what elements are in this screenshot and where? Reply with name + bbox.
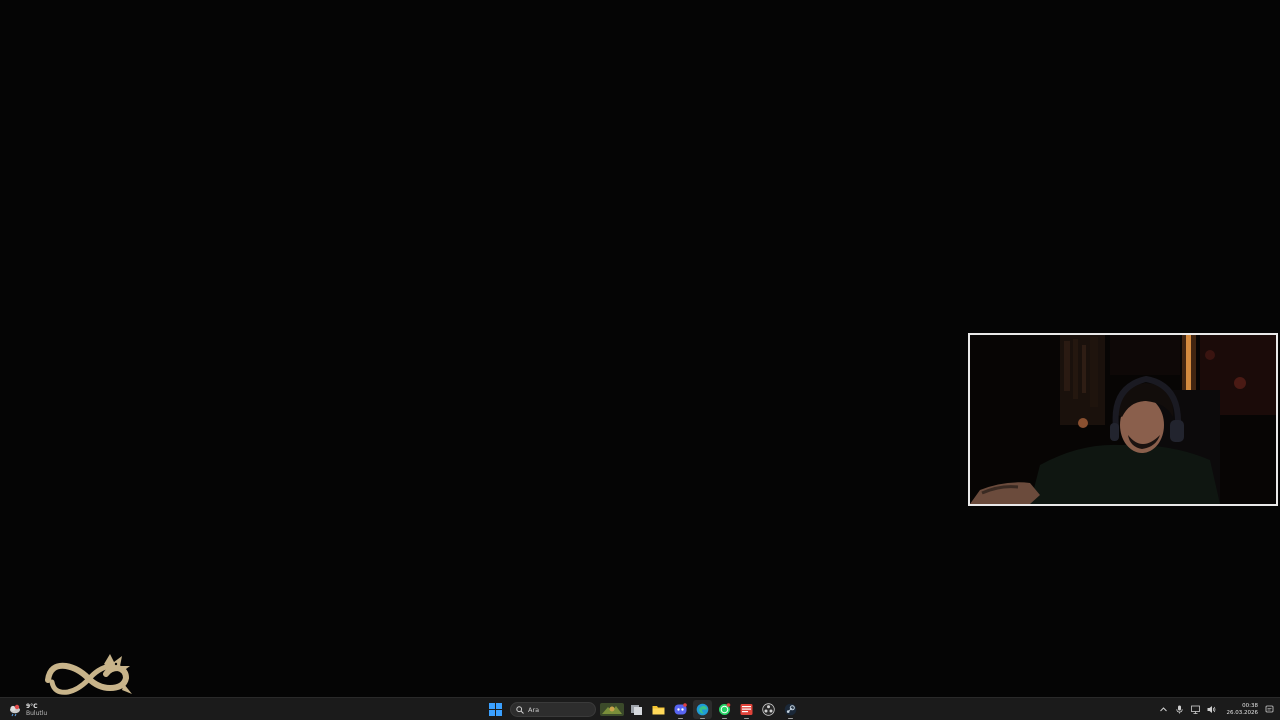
edge-icon (696, 703, 709, 716)
game-thumbnail-icon (600, 703, 624, 716)
dragon-logo (44, 650, 134, 698)
whatsapp-icon (719, 703, 731, 715)
tray-microphone[interactable] (1175, 705, 1185, 715)
steam-button[interactable] (781, 700, 800, 719)
red-app-button[interactable] (737, 700, 756, 719)
steam-icon (784, 703, 797, 716)
weather-widget[interactable]: 9°C Bulutlu (8, 700, 47, 719)
obs-button[interactable] (759, 700, 778, 719)
system-tray: 00:38 26.03.2026 (1159, 700, 1275, 719)
tray-network[interactable] (1191, 705, 1201, 715)
webcam-feed-image (970, 335, 1276, 504)
chevron-up-icon (1160, 707, 1167, 712)
windows-logo-icon (489, 703, 502, 716)
webcam-overlay (968, 333, 1278, 506)
taskbar: 9°C Bulutlu Ara 00:38 26.03.2026 (0, 697, 1280, 720)
speaker-icon (1207, 706, 1216, 713)
tray-volume[interactable] (1207, 705, 1217, 715)
discord-button[interactable] (671, 700, 690, 719)
edge-button[interactable] (693, 700, 712, 719)
discord-icon (674, 703, 687, 715)
search-icon (516, 705, 524, 714)
whatsapp-button[interactable] (715, 700, 734, 719)
microphone-icon (1176, 705, 1183, 714)
tray-overflow-button[interactable] (1159, 705, 1169, 715)
network-icon (1191, 705, 1200, 714)
taskbar-center-apps (486, 700, 803, 719)
search-input[interactable] (528, 705, 588, 714)
dragon-logo-icon (45, 654, 132, 695)
task-view-icon (631, 705, 642, 715)
start-button[interactable] (486, 700, 505, 719)
folder-icon (652, 706, 665, 715)
notifications-button[interactable] (1264, 705, 1274, 715)
clock-time: 00:38 (1242, 702, 1258, 709)
file-explorer-button[interactable] (649, 700, 668, 719)
red-app-icon (740, 704, 753, 715)
clock-date: 26.03.2026 (1226, 709, 1259, 716)
task-view-button[interactable] (627, 700, 646, 719)
taskbar-search[interactable] (510, 702, 596, 717)
notification-icon (1265, 705, 1273, 713)
taskbar-clock[interactable]: 00:38 26.03.2026 (1227, 703, 1259, 717)
widget-game-banner[interactable] (600, 700, 624, 719)
obs-icon (762, 703, 775, 716)
weather-condition: Bulutlu (26, 709, 48, 717)
desktop-background (0, 0, 1280, 697)
weather-temperature: 9°C (26, 702, 38, 710)
cloud-rain-icon (10, 704, 20, 716)
